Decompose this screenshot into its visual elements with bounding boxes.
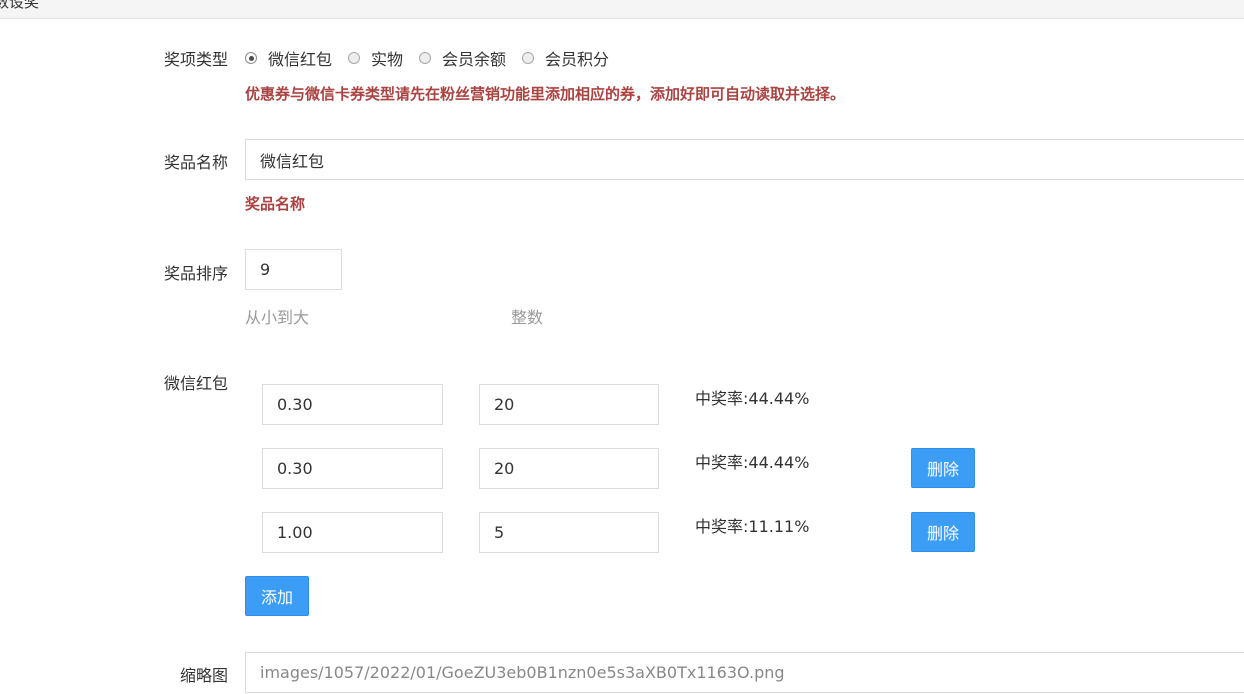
prize-order-hint-order: 从小到大 — [245, 308, 310, 327]
red-packet-amount-input[interactable]: 0.30 — [262, 384, 443, 425]
red-packet-amount-input[interactable]: 1.00 — [262, 512, 443, 553]
win-rate-text: 中奖率:44.44% — [695, 453, 810, 472]
prize-name-hint: 奖品名称 — [245, 195, 306, 213]
radio-checked-icon[interactable] — [245, 52, 257, 64]
red-packet-count-input[interactable]: 20 — [479, 448, 659, 489]
coupon-warning-text: 优惠券与微信卡券类型请先在粉丝营销功能里添加相应的券，添加好即可自动读取并选择。 — [245, 85, 846, 103]
radio-unchecked-icon[interactable] — [419, 52, 432, 64]
prize-name-input[interactable]: 微信红包 — [245, 139, 1244, 180]
radio-unchecked-icon[interactable] — [522, 52, 535, 64]
radio-unchecked-icon[interactable] — [348, 52, 361, 64]
prize-order-input[interactable]: 9 — [245, 249, 342, 290]
radio-label: 实物 — [371, 50, 404, 69]
red-packet-label: 微信红包 — [163, 374, 228, 393]
thumbnail-label: 缩略图 — [179, 666, 228, 685]
delete-row-button[interactable]: 删除 — [911, 448, 975, 488]
thumbnail-path-input[interactable]: images/1057/2022/01/GoeZU3eb0B1nzn0e5s3a… — [245, 652, 1244, 693]
win-rate-text: 中奖率:11.11% — [695, 517, 810, 536]
add-row-button[interactable]: 添加 — [245, 576, 309, 616]
top-bar: 数设奖 — [0, 0, 1244, 19]
radio-option-member-balance[interactable]: 会员余额 — [419, 46, 506, 70]
radio-option-physical[interactable]: 实物 — [348, 46, 403, 70]
prize-type-label: 奖项类型 — [163, 50, 228, 69]
radio-option-wechat-red-packet[interactable]: 微信红包 — [245, 46, 332, 70]
radio-label: 会员积分 — [545, 50, 610, 69]
radio-option-member-points[interactable]: 会员积分 — [522, 46, 609, 70]
red-packet-count-input[interactable]: 20 — [479, 384, 659, 425]
prize-order-label: 奖品排序 — [163, 264, 228, 283]
prize-name-label: 奖品名称 — [163, 153, 228, 172]
red-packet-count-input[interactable]: 5 — [479, 512, 659, 553]
radio-label: 会员余额 — [442, 50, 507, 69]
radio-label: 微信红包 — [268, 50, 333, 69]
prize-type-radio-group: 微信红包 实物 会员余额 会员积分 — [245, 46, 625, 70]
delete-row-button[interactable]: 删除 — [911, 512, 975, 552]
red-packet-amount-input[interactable]: 0.30 — [262, 448, 443, 489]
page-title: 数设奖 — [0, 0, 40, 11]
prize-order-hint-type: 整数 — [511, 308, 544, 327]
win-rate-text: 中奖率:44.44% — [695, 389, 810, 408]
